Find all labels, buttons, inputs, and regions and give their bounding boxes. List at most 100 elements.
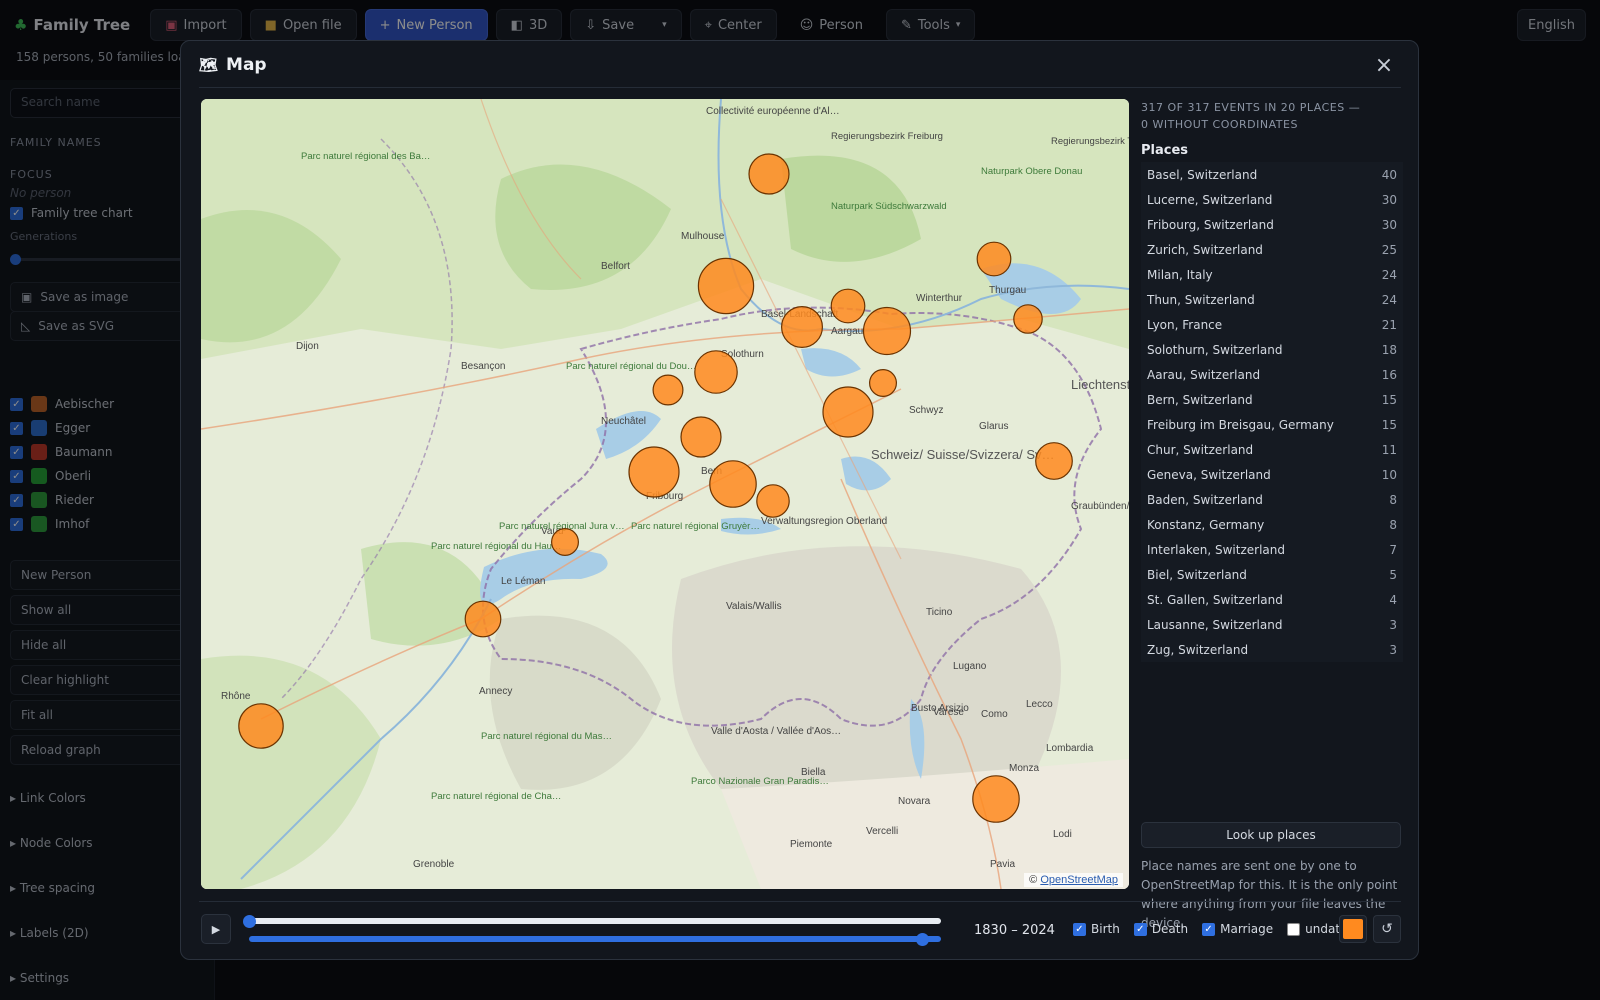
place-marker[interactable]	[862, 306, 912, 356]
place-row[interactable]: Solothurn, Switzerland 18	[1141, 337, 1403, 362]
map-label: Vercelli	[866, 826, 898, 837]
map-label: Graubünden/ Grischun/ Grigio…	[1071, 501, 1129, 512]
place-marker[interactable]	[238, 703, 284, 749]
map-attribution: © OpenStreetMap	[1024, 873, 1123, 887]
range-start-handle[interactable]	[243, 915, 256, 928]
map-view[interactable]: Parc naturel régional des Ba… Naturpark S…	[201, 99, 1129, 889]
place-marker[interactable]	[464, 600, 502, 638]
map-label: Biella	[801, 767, 826, 778]
map-label: Monza	[1009, 763, 1039, 774]
place-count: 25	[1381, 242, 1397, 257]
map-label: Naturpark Obere Donau	[981, 166, 1082, 177]
birth-filter[interactable]: ✓ Birth	[1073, 922, 1120, 936]
death-filter[interactable]: ✓ Death	[1133, 922, 1188, 936]
map-label: Dijon	[296, 341, 319, 352]
place-row[interactable]: Basel, Switzerland 40	[1141, 162, 1403, 187]
place-marker[interactable]	[680, 416, 722, 458]
map-label: Lodi	[1053, 829, 1072, 840]
place-count: 16	[1381, 367, 1397, 382]
map-label: Parc naturel régional des Ba…	[301, 151, 430, 162]
world-map-icon: 🗺	[199, 56, 219, 74]
place-row[interactable]: St. Gallen, Switzerland 4	[1141, 587, 1403, 612]
range-end-track[interactable]	[249, 936, 941, 942]
place-row[interactable]: Chur, Switzerland 11	[1141, 437, 1403, 462]
map-label: Verwaltungsregion Oberland	[761, 516, 887, 527]
play-button[interactable]: ▶	[201, 914, 231, 944]
map-label: Valle d'Aosta / Vallée d'Aos…	[711, 726, 841, 737]
range-start-track[interactable]	[249, 918, 941, 924]
map-label: Collectivité européenne d'Al…	[706, 106, 840, 117]
marker-color-picker[interactable]	[1339, 915, 1367, 943]
checkbox-icon: ✓	[1073, 922, 1086, 936]
reset-button[interactable]: ↺	[1373, 915, 1401, 943]
place-name: Freiburg im Breisgau, Germany	[1147, 417, 1334, 432]
place-marker[interactable]	[697, 257, 755, 315]
place-row[interactable]: Aarau, Switzerland 16	[1141, 362, 1403, 387]
map-label: Annecy	[479, 686, 512, 697]
place-row[interactable]: Thun, Switzerland 24	[1141, 287, 1403, 312]
map-label: Parc naturel régional du Hau…	[431, 541, 561, 552]
place-name: Milan, Italy	[1147, 267, 1213, 282]
place-row[interactable]: Milan, Italy 24	[1141, 262, 1403, 287]
map-label: Parc naturel régional Gruyèr…	[631, 521, 760, 532]
map-label: Le Léman	[501, 576, 545, 587]
range-end-handle[interactable]	[916, 933, 929, 946]
place-marker[interactable]	[709, 460, 757, 508]
map-label: Glarus	[979, 421, 1008, 432]
place-marker[interactable]	[694, 350, 738, 394]
year-range: 1830 – 2024	[974, 923, 1055, 938]
close-button[interactable]: ×	[1372, 55, 1396, 79]
place-marker[interactable]	[972, 775, 1020, 823]
place-marker[interactable]	[551, 528, 580, 557]
place-row[interactable]: Zurich, Switzerland 25	[1141, 237, 1403, 262]
place-row[interactable]: Bern, Switzerland 15	[1141, 387, 1403, 412]
places-panel: 317 of 317 events in 20 places — 0 witho…	[1141, 99, 1403, 930]
dialog-header: 🗺 Map	[199, 55, 267, 75]
place-marker[interactable]	[1035, 442, 1073, 480]
look-up-places-button[interactable]: Look up places	[1141, 822, 1401, 848]
place-marker[interactable]	[1013, 304, 1043, 334]
place-row[interactable]: Lausanne, Switzerland 3	[1141, 612, 1403, 637]
refresh-icon: ↺	[1381, 921, 1393, 937]
place-marker[interactable]	[830, 288, 866, 324]
place-row[interactable]: Biel, Switzerland 5	[1141, 562, 1403, 587]
place-name: Interlaken, Switzerland	[1147, 542, 1285, 557]
place-marker[interactable]	[976, 241, 1012, 277]
place-marker[interactable]	[756, 484, 790, 518]
place-marker[interactable]	[748, 153, 790, 195]
map-label: Neuchâtel	[601, 416, 646, 427]
place-marker[interactable]	[628, 446, 680, 498]
place-name: Fribourg, Switzerland	[1147, 217, 1274, 232]
place-name: Geneva, Switzerland	[1147, 467, 1271, 482]
place-row[interactable]: Geneva, Switzerland 10	[1141, 462, 1403, 487]
map-label: Novara	[898, 796, 931, 807]
place-row[interactable]: Konstanz, Germany 8	[1141, 512, 1403, 537]
place-name: Chur, Switzerland	[1147, 442, 1254, 457]
map-label: Parc naturel régional de Cha…	[431, 791, 561, 802]
place-count: 30	[1381, 192, 1397, 207]
place-row[interactable]: Lyon, France 21	[1141, 312, 1403, 337]
place-row[interactable]: Interlaken, Switzerland 7	[1141, 537, 1403, 562]
openstreetmap-link[interactable]: OpenStreetMap	[1040, 874, 1118, 886]
map-label: Piemonte	[790, 839, 833, 850]
place-marker[interactable]	[780, 306, 823, 349]
place-row[interactable]: Zug, Switzerland 3	[1141, 637, 1403, 662]
map-label: Schwyz	[909, 405, 943, 416]
map-label: Naturpark Südschwarzwald	[831, 201, 947, 212]
place-name: Solothurn, Switzerland	[1147, 342, 1283, 357]
place-marker[interactable]	[868, 369, 897, 398]
place-count: 11	[1381, 442, 1397, 457]
place-row[interactable]: Fribourg, Switzerland 30	[1141, 212, 1403, 237]
place-row[interactable]: Freiburg im Breisgau, Germany 15	[1141, 412, 1403, 437]
place-name: Biel, Switzerland	[1147, 567, 1247, 582]
map-canvas[interactable]: Parc naturel régional des Ba… Naturpark S…	[201, 99, 1129, 889]
map-label: Mulhouse	[681, 231, 725, 242]
place-name: Konstanz, Germany	[1147, 517, 1265, 532]
place-marker[interactable]	[652, 374, 684, 406]
place-count: 3	[1389, 617, 1397, 632]
place-row[interactable]: Baden, Switzerland 8	[1141, 487, 1403, 512]
place-marker[interactable]	[822, 386, 874, 438]
map-label: Parc naturel régional du Mas…	[481, 731, 612, 742]
place-row[interactable]: Lucerne, Switzerland 30	[1141, 187, 1403, 212]
marriage-filter[interactable]: ✓ Marriage	[1202, 922, 1273, 936]
